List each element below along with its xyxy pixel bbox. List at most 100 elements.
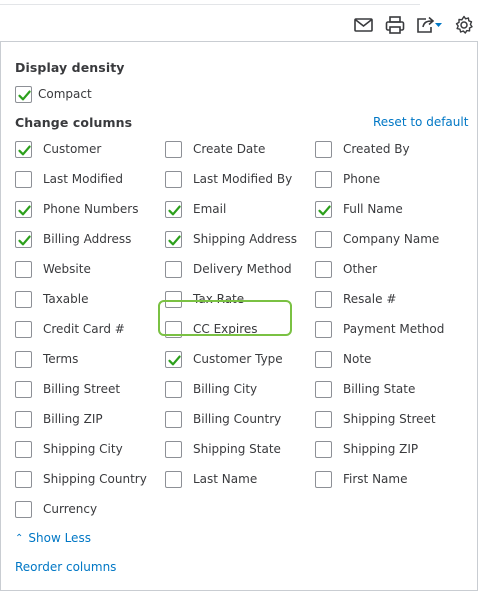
column-option-shipping-city[interactable]: Shipping City — [15, 438, 123, 460]
checkmark-icon — [168, 355, 181, 365]
column-option-website[interactable]: Website — [15, 258, 91, 280]
settings-gear-icon[interactable] — [453, 15, 475, 35]
column-option-billing-address[interactable]: Billing Address — [15, 228, 131, 250]
checkbox[interactable] — [15, 290, 32, 308]
column-option-shipping-country[interactable]: Shipping Country — [15, 468, 147, 490]
checkbox[interactable] — [15, 170, 32, 188]
checkbox[interactable] — [165, 380, 182, 398]
column-option-customer-type[interactable]: Customer Type — [165, 348, 283, 370]
column-option-company-name[interactable]: Company Name — [315, 228, 439, 250]
compact-checkbox[interactable]: Compact — [15, 83, 92, 105]
column-option-label: Resale # — [343, 292, 397, 306]
column-option-label: Last Modified — [43, 172, 124, 186]
checkbox[interactable] — [315, 320, 332, 338]
compact-label: Compact — [38, 87, 92, 101]
checkbox[interactable] — [165, 350, 182, 368]
column-option-shipping-zip[interactable]: Shipping ZIP — [315, 438, 418, 460]
column-option-label: Other — [343, 262, 378, 276]
checkbox[interactable] — [165, 230, 182, 248]
checkbox[interactable] — [15, 85, 32, 103]
column-option-other[interactable]: Other — [315, 258, 377, 280]
column-option-label: Create Date — [193, 142, 266, 156]
checkbox[interactable] — [165, 140, 182, 158]
checkbox[interactable] — [15, 500, 32, 518]
checkbox[interactable] — [15, 410, 32, 428]
column-option-label: Created By — [343, 142, 410, 156]
checkbox[interactable] — [165, 200, 182, 218]
column-option-label: Billing ZIP — [43, 412, 103, 426]
column-option-last-name[interactable]: Last Name — [165, 468, 257, 490]
checkbox[interactable] — [165, 470, 182, 488]
column-option-payment-method[interactable]: Payment Method — [315, 318, 444, 340]
checkbox[interactable] — [315, 440, 332, 458]
reset-to-default-link[interactable]: Reset to default — [373, 115, 468, 129]
column-option-first-name[interactable]: First Name — [315, 468, 407, 490]
checkbox[interactable] — [315, 470, 332, 488]
checkbox[interactable] — [315, 230, 332, 248]
column-option-label: Customer — [43, 142, 102, 156]
checkbox[interactable] — [315, 140, 332, 158]
column-option-note[interactable]: Note — [315, 348, 371, 370]
checkmark-icon — [18, 235, 31, 245]
print-icon[interactable] — [384, 15, 406, 35]
checkbox[interactable] — [315, 410, 332, 428]
column-option-last-modified[interactable]: Last Modified — [15, 168, 123, 190]
change-columns-title: Change columns — [15, 115, 133, 130]
column-option-billing-country[interactable]: Billing Country — [165, 408, 281, 430]
checkbox[interactable] — [15, 260, 32, 278]
column-option-phone-numbers[interactable]: Phone Numbers — [15, 198, 138, 220]
export-icon[interactable] — [414, 15, 444, 35]
column-option-label: Billing State — [343, 382, 416, 396]
checkbox[interactable] — [315, 380, 332, 398]
column-option-currency[interactable]: Currency — [15, 498, 97, 520]
column-option-label: Terms — [43, 352, 79, 366]
column-option-billing-city[interactable]: Billing City — [165, 378, 257, 400]
checkbox[interactable] — [15, 320, 32, 338]
checkmark-icon — [18, 205, 31, 215]
checkbox[interactable] — [165, 260, 182, 278]
column-option-last-modified-by[interactable]: Last Modified By — [165, 168, 292, 190]
column-option-label: Phone — [343, 172, 381, 186]
column-option-label: Company Name — [343, 232, 440, 246]
column-option-create-date[interactable]: Create Date — [165, 138, 265, 160]
column-option-taxable[interactable]: Taxable — [15, 288, 89, 310]
show-less-link[interactable]: ⌃ Show Less — [15, 531, 91, 545]
checkbox[interactable] — [15, 140, 32, 158]
column-option-billing-street[interactable]: Billing Street — [15, 378, 120, 400]
checkbox[interactable] — [15, 350, 32, 368]
column-option-customer[interactable]: Customer — [15, 138, 101, 160]
checkbox[interactable] — [315, 200, 332, 218]
checkbox[interactable] — [15, 230, 32, 248]
column-option-delivery-method[interactable]: Delivery Method — [165, 258, 292, 280]
checkbox[interactable] — [15, 470, 32, 488]
checkbox[interactable] — [15, 380, 32, 398]
column-option-shipping-state[interactable]: Shipping State — [165, 438, 281, 460]
checkbox[interactable] — [315, 170, 332, 188]
column-option-credit-card[interactable]: Credit Card # — [15, 318, 125, 340]
column-option-email[interactable]: Email — [165, 198, 226, 220]
checkbox[interactable] — [315, 290, 332, 308]
checkbox[interactable] — [165, 170, 182, 188]
checkbox[interactable] — [315, 260, 332, 278]
column-option-phone[interactable]: Phone — [315, 168, 380, 190]
checkbox[interactable] — [165, 410, 182, 428]
checkbox[interactable] — [315, 350, 332, 368]
column-option-billing-state[interactable]: Billing State — [315, 378, 415, 400]
column-option-terms[interactable]: Terms — [15, 348, 78, 370]
column-option-label: Payment Method — [343, 322, 445, 336]
reorder-columns-link[interactable]: Reorder columns — [15, 560, 116, 574]
checkbox[interactable] — [165, 440, 182, 458]
column-option-label: Customer Type — [193, 352, 283, 366]
column-option-created-by[interactable]: Created By — [315, 138, 410, 160]
column-option-resale[interactable]: Resale # — [315, 288, 396, 310]
email-icon[interactable] — [353, 15, 375, 35]
checkbox[interactable] — [15, 200, 32, 218]
show-less-label: Show Less — [28, 531, 91, 545]
column-option-billing-zip[interactable]: Billing ZIP — [15, 408, 103, 430]
column-option-full-name[interactable]: Full Name — [315, 198, 403, 220]
column-option-shipping-address[interactable]: Shipping Address — [165, 228, 297, 250]
checkbox[interactable] — [15, 440, 32, 458]
checkmark-icon — [18, 145, 31, 155]
column-option-label: Credit Card # — [43, 322, 125, 336]
column-option-shipping-street[interactable]: Shipping Street — [315, 408, 436, 430]
